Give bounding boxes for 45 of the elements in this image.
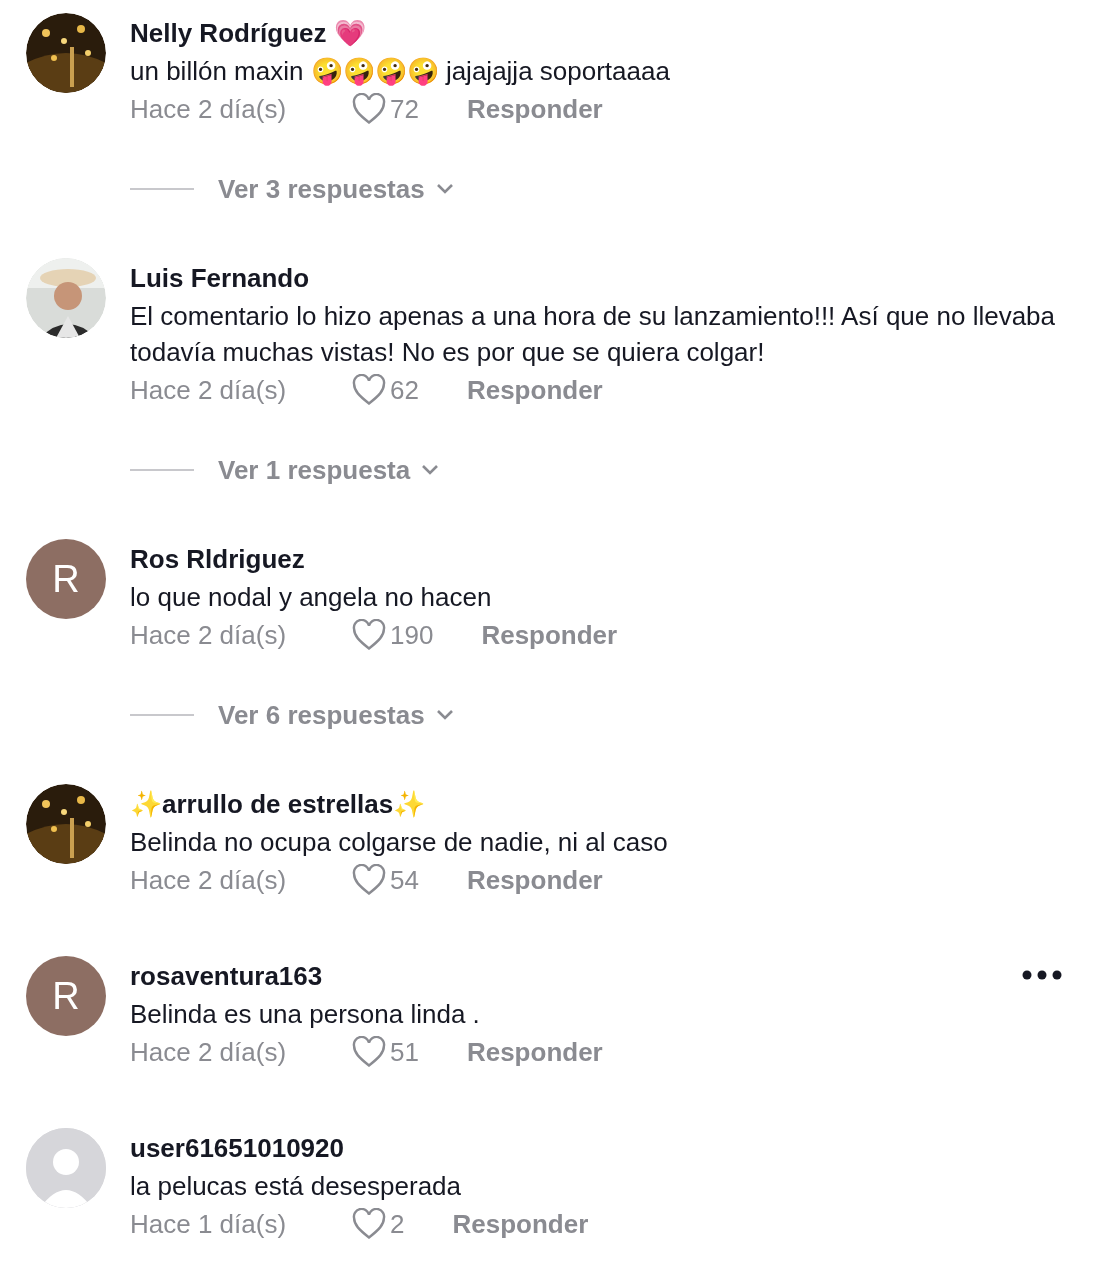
chevron-down-icon (434, 183, 455, 195)
reply-button[interactable]: Responder (466, 93, 603, 125)
avatar[interactable]: R (26, 956, 106, 1036)
username[interactable]: user61651010920 (130, 1128, 344, 1168)
view-replies-button[interactable]: Ver 6 respuestas (218, 699, 455, 731)
comment-text: lo que nodal y angela no hacen (130, 581, 493, 614)
like-button[interactable]: 72 (352, 93, 419, 125)
comment-text: la pelucas está desesperada (130, 1170, 462, 1203)
heart-icon (352, 93, 386, 125)
reply-button[interactable]: Responder (466, 374, 603, 406)
avatar[interactable]: R (26, 539, 106, 619)
timestamp: Hace 2 día(s) (130, 619, 288, 651)
reply-button[interactable]: Responder (452, 1208, 589, 1240)
username[interactable]: ✨arrullo de estrellas✨ (130, 784, 426, 824)
comment-text: Belinda no ocupa colgarse de nadie, ni al caso (130, 826, 669, 859)
heart-icon (352, 864, 386, 896)
heart-icon (352, 619, 386, 651)
heart-icon (352, 374, 386, 406)
like-button[interactable]: 2 (352, 1208, 405, 1240)
chevron-down-icon (420, 464, 441, 476)
username[interactable]: rosaventura163 (130, 956, 323, 996)
reply-button[interactable]: Responder (481, 619, 618, 651)
heart-icon (352, 1208, 386, 1240)
view-replies-button[interactable]: Ver 3 respuestas (218, 173, 455, 205)
view-replies-button[interactable]: Ver 1 respuesta (218, 454, 441, 486)
username[interactable]: Luis Fernando (130, 258, 310, 298)
timestamp: Hace 1 día(s) (130, 1208, 288, 1240)
like-button[interactable]: 54 (352, 864, 419, 896)
like-button[interactable]: 190 (352, 619, 434, 651)
like-button[interactable]: 51 (352, 1036, 419, 1068)
username[interactable]: Ros Rldriguez (130, 539, 305, 579)
timestamp: Hace 2 día(s) (130, 93, 288, 125)
comment-text: El comentario lo hizo apenas a una hora de su lanzamiento!!! Así que no llevaba todavía muchas vistas! No es por que se quiera colgar! (130, 300, 1057, 369)
chevron-down-icon (434, 709, 455, 721)
heart-icon (352, 1036, 386, 1068)
username[interactable]: Nelly Rodríguez 💗 (130, 13, 366, 53)
timestamp: Hace 2 día(s) (130, 374, 288, 406)
comment-text: un billón maxin 🤪🤪🤪🤪 jajajajja soportaaaa (130, 55, 671, 88)
more-options-icon[interactable] (1022, 969, 1062, 981)
reply-button[interactable]: Responder (466, 864, 603, 896)
comment-text: Belinda es una persona linda . (130, 998, 481, 1031)
like-button[interactable]: 62 (352, 374, 419, 406)
reply-button[interactable]: Responder (466, 1036, 603, 1068)
timestamp: Hace 2 día(s) (130, 864, 288, 896)
timestamp: Hace 2 día(s) (130, 1036, 288, 1068)
